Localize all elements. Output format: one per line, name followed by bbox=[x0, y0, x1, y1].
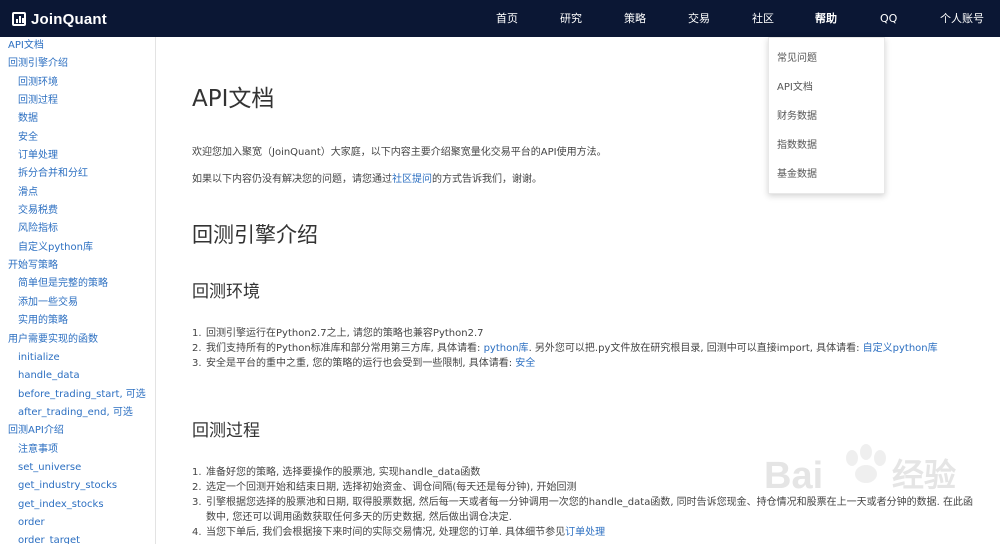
help-text-before: 如果以下内容仍没有解决您的问题，请您通过 bbox=[192, 174, 392, 185]
list-text: 选定一个回测开始和结束日期, 选择初始资金、调仓间隔(每天还是每分钟), 开始回… bbox=[206, 482, 577, 493]
env-list: 1. 回测引擎运行在Python2.7之上, 请您的策略也兼容Python2.7 … bbox=[192, 326, 982, 371]
sidebar-item[interactable]: get_industry_stocks bbox=[0, 477, 155, 495]
nav-item-trade[interactable]: 交易 bbox=[688, 0, 710, 37]
list-text: 引擎根据您选择的股票池和日期, 取得股票数据, 然后每一天或者每一分钟调用一次您… bbox=[206, 497, 974, 523]
list-item: 3. 安全是平台的重中之重, 您的策略的运行也会受到一些限制, 具体请看: 安全 bbox=[192, 356, 982, 371]
sidebar-item[interactable]: 添加一些交易 bbox=[0, 294, 155, 312]
intro-text: 欢迎您加入聚宽（JoinQuant）大家庭，以下内容主要介绍聚宽量化交易平台的A… bbox=[192, 147, 607, 158]
list-number: 3. bbox=[192, 358, 202, 369]
sidebar-item[interactable]: 拆分合并和分红 bbox=[0, 165, 155, 183]
sidebar-item[interactable]: 交易税费 bbox=[0, 202, 155, 220]
brand-logo[interactable]: JoinQuant bbox=[12, 9, 107, 29]
list-text: 当您下单后, 我们会根据接下来时间的实际交易情况, 处理您的订单. 具体细节参见 bbox=[206, 527, 566, 538]
nav-item-strategy[interactable]: 策略 bbox=[624, 0, 646, 37]
list-number: 3. bbox=[192, 497, 202, 508]
dropdown-item-index-data[interactable]: 指数数据 bbox=[769, 131, 884, 160]
nav-item-research[interactable]: 研究 bbox=[560, 0, 582, 37]
sidebar-item[interactable]: get_index_stocks bbox=[0, 496, 155, 514]
list-item: 2. 选定一个回测开始和结束日期, 选择初始资金、调仓间隔(每天还是每分钟), 开… bbox=[192, 480, 982, 495]
sidebar-item[interactable]: initialize bbox=[0, 349, 155, 367]
help-text: 如果以下内容仍没有解决您的问题，请您通过社区提问的方式告诉我们，谢谢。 bbox=[192, 170, 542, 185]
list-item: 2. 我们支持所有的Python标准库和部分常用第三方库, 具体请看: pytho… bbox=[192, 341, 982, 356]
sidebar-item[interactable]: 回测引擎介绍 bbox=[0, 55, 155, 73]
custom-python-lib-link[interactable]: 自定义python库 bbox=[863, 343, 938, 354]
sidebar-item[interactable]: 回测环境 bbox=[0, 74, 155, 92]
list-text: . 另外您可以把.py文件放在研究根目录, 回测中可以直接import, 具体请… bbox=[528, 343, 863, 354]
help-text-after: 的方式告诉我们，谢谢。 bbox=[432, 174, 542, 185]
brand-name: JoinQuant bbox=[31, 10, 107, 28]
top-navbar: JoinQuant 首页 研究 策略 交易 社区 帮助 QQ 个人账号 bbox=[0, 0, 1000, 37]
sidebar-item[interactable]: before_trading_start, 可选 bbox=[0, 386, 155, 404]
sidebar-item[interactable]: 回测API介绍 bbox=[0, 422, 155, 440]
list-item: 1. 回测引擎运行在Python2.7之上, 请您的策略也兼容Python2.7 bbox=[192, 326, 982, 341]
list-item: 4. 当您下单后, 我们会根据接下来时间的实际交易情况, 处理您的订单. 具体细节… bbox=[192, 525, 982, 540]
section-title: 回测引擎介绍 bbox=[192, 223, 318, 247]
sidebar-item[interactable]: 风险指标 bbox=[0, 220, 155, 238]
python-lib-link[interactable]: python库 bbox=[484, 343, 529, 354]
nav-item-account[interactable]: 个人账号 bbox=[940, 0, 984, 37]
list-item: 3. 引擎根据您选择的股票池和日期, 取得股票数据, 然后每一天或者每一分钟调用一… bbox=[192, 495, 982, 525]
nav-item-qq[interactable]: QQ bbox=[880, 0, 897, 37]
community-ask-link[interactable]: 社区提问 bbox=[392, 174, 432, 185]
sidebar-item[interactable]: 实用的策略 bbox=[0, 312, 155, 330]
list-text: 准备好您的策略, 选择要操作的股票池, 实现handle_data函数 bbox=[206, 467, 481, 478]
sidebar-item[interactable]: 自定义python库 bbox=[0, 239, 155, 257]
list-item: 1. 准备好您的策略, 选择要操作的股票池, 实现handle_data函数 bbox=[192, 465, 982, 480]
list-text: 回测引擎运行在Python2.7之上, 请您的策略也兼容Python2.7 bbox=[206, 328, 484, 339]
sidebar-item[interactable]: set_universe bbox=[0, 459, 155, 477]
sidebar-item[interactable]: 开始写策略 bbox=[0, 257, 155, 275]
page-title: API文档 bbox=[192, 86, 275, 112]
sidebar-item[interactable]: 订单处理 bbox=[0, 147, 155, 165]
sidebar-item[interactable]: 滑点 bbox=[0, 184, 155, 202]
dropdown-item-financial-data[interactable]: 财务数据 bbox=[769, 102, 884, 131]
env-title: 回测环境 bbox=[192, 282, 260, 302]
help-dropdown-menu: 常见问题 API文档 财务数据 指数数据 基金数据 bbox=[768, 37, 885, 194]
sidebar-item[interactable]: 用户需要实现的函数 bbox=[0, 331, 155, 349]
process-list: 1. 准备好您的策略, 选择要操作的股票池, 实现handle_data函数 2.… bbox=[192, 465, 982, 540]
process-title: 回测过程 bbox=[192, 421, 260, 441]
sidebar-item[interactable]: after_trading_end, 可选 bbox=[0, 404, 155, 422]
list-number: 2. bbox=[192, 482, 202, 493]
sidebar-item[interactable]: API文档 bbox=[0, 37, 155, 55]
sidebar-item[interactable]: 回测过程 bbox=[0, 92, 155, 110]
sidebar-item[interactable]: handle_data bbox=[0, 367, 155, 385]
list-number: 4. bbox=[192, 527, 202, 538]
list-text: 安全是平台的重中之重, 您的策略的运行也会受到一些限制, 具体请看: bbox=[206, 358, 516, 369]
list-text: 我们支持所有的Python标准库和部分常用第三方库, 具体请看: bbox=[206, 343, 484, 354]
sidebar-item[interactable]: order bbox=[0, 514, 155, 532]
dropdown-item-api-docs[interactable]: API文档 bbox=[769, 73, 884, 102]
sidebar-item[interactable]: 安全 bbox=[0, 129, 155, 147]
sidebar-item[interactable]: order_target bbox=[0, 532, 155, 544]
dropdown-item-fund-data[interactable]: 基金数据 bbox=[769, 160, 884, 189]
sidebar-item[interactable]: 注意事项 bbox=[0, 441, 155, 459]
list-number: 1. bbox=[192, 328, 202, 339]
list-number: 1. bbox=[192, 467, 202, 478]
list-number: 2. bbox=[192, 343, 202, 354]
sidebar-item[interactable]: 数据 bbox=[0, 110, 155, 128]
security-link[interactable]: 安全 bbox=[515, 358, 535, 369]
nav-item-community[interactable]: 社区 bbox=[752, 0, 774, 37]
bar-chart-icon bbox=[12, 12, 26, 26]
order-handling-link[interactable]: 订单处理 bbox=[565, 527, 605, 538]
nav-item-help[interactable]: 帮助 bbox=[815, 0, 837, 37]
sidebar-item[interactable]: 简单但是完整的策略 bbox=[0, 275, 155, 293]
sidebar-toc: API文档 回测引擎介绍 回测环境 回测过程 数据 安全 订单处理 拆分合并和分… bbox=[0, 37, 156, 544]
nav-item-home[interactable]: 首页 bbox=[496, 0, 518, 37]
dropdown-item-faq[interactable]: 常见问题 bbox=[769, 44, 884, 73]
